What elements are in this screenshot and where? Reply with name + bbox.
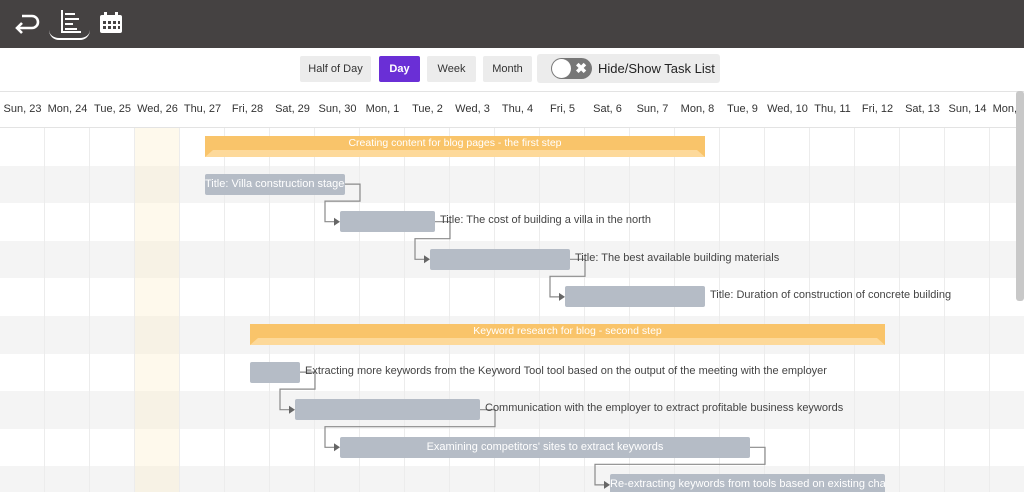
calendar-button[interactable]: [95, 4, 127, 42]
toggle-label: Hide/Show Task List: [598, 61, 715, 76]
summary-bar-lip: [205, 150, 705, 157]
summary-bar-label: Keyword research for blog - second step: [473, 325, 662, 337]
task-list-button[interactable]: [49, 4, 90, 40]
task-bar[interactable]: [250, 361, 300, 383]
top-bar: [0, 0, 1024, 48]
task-list-toggle[interactable]: ✖ Hide/Show Task List: [537, 54, 720, 83]
task-bar[interactable]: [295, 399, 480, 421]
calendar-icon: [100, 12, 122, 33]
task-label: Extracting more keywords from the Keywor…: [305, 364, 827, 377]
summary-bar-label: Creating content for blog pages - the fi…: [348, 137, 562, 149]
view-day-button[interactable]: Day: [379, 56, 420, 82]
toggle-knob: [552, 59, 571, 78]
gantt-chart: Sun, 23 Mon, 24 Tue, 25 Wed, 26 Thu, 27 Fri, …: [0, 91, 1024, 492]
task-label: Communication with the employer to extra…: [485, 402, 844, 415]
task-list-icon: [60, 10, 81, 33]
view-week-button[interactable]: Week: [427, 56, 476, 82]
task-bar[interactable]: Examining competitors' sites to extract …: [340, 436, 750, 458]
summary-bar-lip: [250, 338, 885, 345]
task-label: Title: The cost of building a villa in t…: [440, 214, 651, 227]
vertical-scrollbar[interactable]: [1016, 91, 1024, 301]
view-half-day-button[interactable]: Half of Day: [300, 56, 371, 82]
undo-icon: [15, 14, 40, 34]
task-bar[interactable]: [340, 211, 435, 233]
close-icon: ✖: [575, 60, 587, 76]
summary-bar[interactable]: Creating content for blog pages - the fi…: [205, 136, 705, 157]
view-month-button[interactable]: Month: [483, 56, 532, 82]
toggle-switch[interactable]: ✖: [551, 58, 592, 79]
undo-button[interactable]: [8, 4, 44, 42]
task-bar[interactable]: Re-extracting keywords from tools based …: [610, 474, 885, 492]
task-label: Title: Duration of construction of concr…: [710, 289, 952, 302]
view-mode-toolbar: Half of Day Day Week Month: [0, 48, 1024, 92]
summary-bar[interactable]: Keyword research for blog - second step: [250, 324, 885, 345]
task-bar[interactable]: [430, 248, 570, 270]
task-label: Title: The best available building mater…: [575, 251, 780, 264]
task-bar[interactable]: [565, 286, 705, 308]
task-bar[interactable]: Title: Villa construction stages: [205, 173, 345, 195]
